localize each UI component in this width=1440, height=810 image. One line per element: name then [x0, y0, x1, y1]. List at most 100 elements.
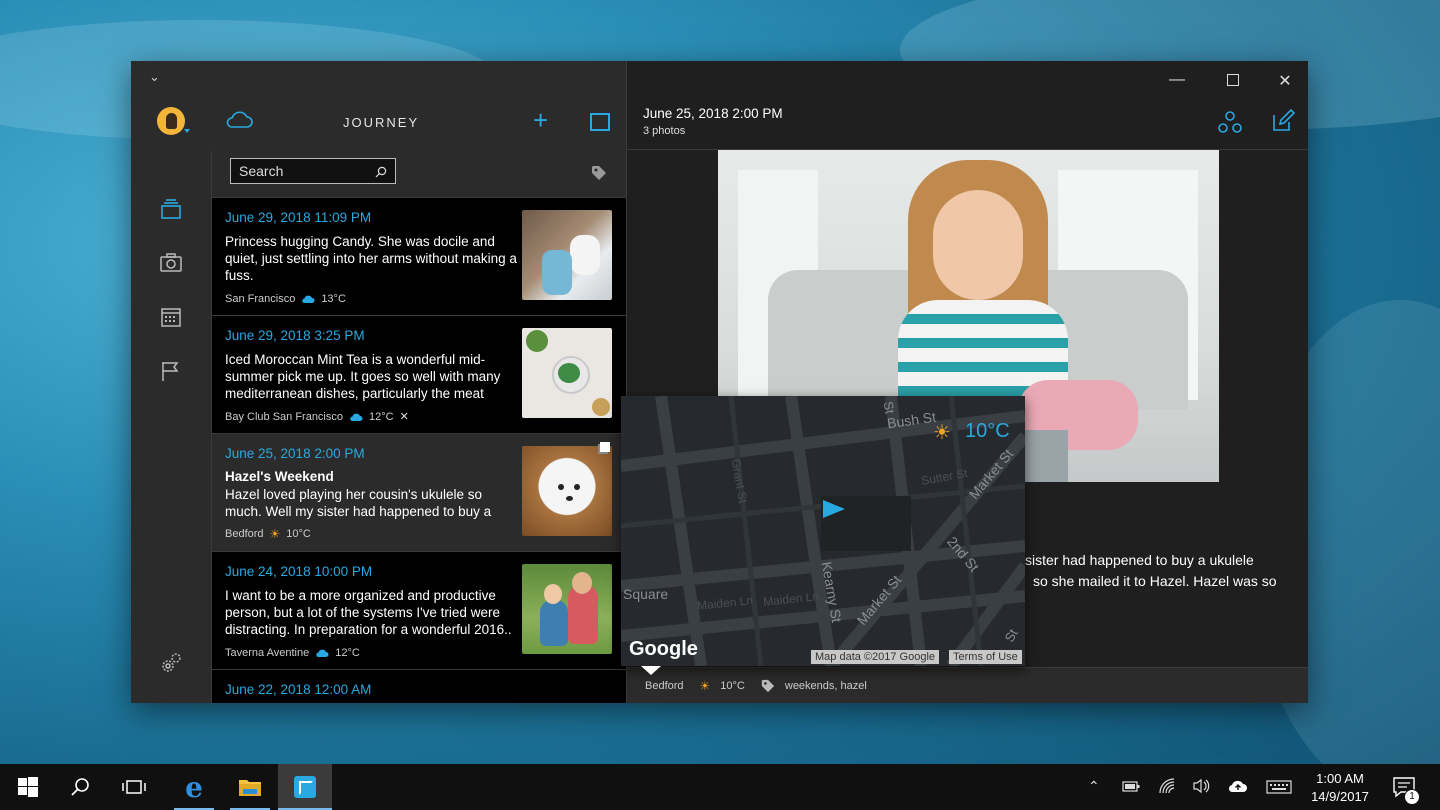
search-icon[interactable]	[375, 166, 387, 178]
app-header: JOURNEY +	[131, 91, 626, 152]
entry-thumbnail[interactable]	[522, 564, 612, 654]
share-icon[interactable]	[1217, 109, 1243, 135]
list-item[interactable]: June 24, 2018 10:00 PM I want to be a mo…	[212, 552, 626, 670]
terms-of-use-link[interactable]: Terms of Use	[949, 650, 1022, 664]
battery-icon[interactable]	[1122, 780, 1140, 792]
sun-icon: ☀	[699, 679, 711, 693]
chevron-down-icon[interactable]: ⌄	[149, 69, 160, 85]
search-button[interactable]	[56, 764, 104, 810]
minimize-button[interactable]: —	[1167, 71, 1187, 89]
entry-temperature: 10°C	[286, 528, 311, 540]
keyboard-icon[interactable]	[1266, 780, 1292, 794]
entry-date: June 29, 2018 11:09 PM	[225, 210, 372, 225]
volume-icon[interactable]	[1192, 778, 1210, 794]
entry-meta: San Francisco 13°C	[225, 293, 346, 305]
entry-location: Bay Club San Francisco	[225, 410, 343, 423]
entry-thumbnail[interactable]	[522, 446, 612, 536]
start-button[interactable]	[4, 764, 52, 810]
taskbar: e ⌃ 1:00 AM 14/9/2017 1	[0, 764, 1440, 810]
edge-icon: e	[185, 770, 203, 804]
folder-icon	[239, 780, 261, 796]
entry-meta: Bay Club San Francisco 12°C ✕	[225, 410, 409, 424]
timeline-icon[interactable]	[159, 198, 183, 222]
journey-app-icon	[294, 776, 316, 798]
search-row	[212, 151, 626, 198]
photo-count: 3 photos	[643, 125, 686, 137]
map-pointer	[641, 666, 661, 675]
street-label: St	[880, 400, 898, 415]
entry-date: June 22, 2018 12:00 AM	[225, 682, 372, 697]
cloud-icon	[316, 649, 329, 657]
list-item[interactable]: June 29, 2018 11:09 PM Princess hugging …	[212, 198, 626, 316]
entry-text: I want to be a more organized and produc…	[225, 588, 512, 637]
map-brand: Google	[629, 638, 698, 660]
entry-text: Hazel loved playing her cousin's ukulele…	[225, 487, 492, 519]
detail-footer: Bedford ☀ 10°C weekends, hazel	[627, 667, 1308, 703]
tag-icon[interactable]	[591, 165, 607, 181]
edit-icon[interactable]	[1271, 109, 1295, 133]
entry-body-line: sister had happened to buy a ukulele	[1025, 552, 1254, 568]
map-temperature: 10°C	[965, 420, 1010, 442]
list-item-selected[interactable]: June 25, 2018 2:00 PM Hazel's Weekend Ha…	[212, 434, 626, 552]
map-popup[interactable]: Bush St Market St 2nd St Kearny St Marke…	[621, 396, 1025, 666]
wifi-icon[interactable]	[1158, 778, 1176, 794]
sun-icon: ☀	[269, 527, 281, 541]
entry-temperature: 13°C	[321, 293, 346, 305]
chevron-down-icon	[184, 129, 190, 133]
entry-location: Bedford	[225, 528, 264, 540]
task-view-icon	[122, 780, 146, 794]
edge-button[interactable]: e	[170, 764, 218, 810]
footer-location: Bedford	[645, 680, 684, 692]
windows-icon	[18, 777, 38, 797]
entry-list: June 29, 2018 11:09 PM Princess hugging …	[212, 151, 626, 703]
entry-temperature: 12°C	[335, 647, 360, 659]
cloud-upload-icon[interactable]	[1228, 778, 1248, 794]
location-pin-icon	[823, 500, 845, 518]
search-input[interactable]	[230, 158, 396, 184]
map-attribution: Map data ©2017 Google	[811, 650, 940, 664]
add-entry-button[interactable]: +	[533, 107, 548, 133]
multi-photo-icon	[600, 442, 610, 452]
list-item[interactable]: June 29, 2018 3:25 PM Iced Moroccan Mint…	[212, 316, 626, 434]
cloud-icon[interactable]	[225, 109, 253, 129]
entry-thumbnail[interactable]	[522, 328, 612, 418]
entry-body: sister had happened to buy a ukulele so …	[1025, 550, 1295, 592]
footer-tags[interactable]: weekends, hazel	[785, 680, 867, 692]
calendar-icon[interactable]	[159, 305, 183, 329]
street-label: Square	[623, 586, 669, 602]
layout-toggle-icon[interactable]	[590, 113, 610, 131]
close-button[interactable]: ✕	[1275, 71, 1295, 91]
sidebar	[131, 151, 212, 703]
sun-icon: ☀	[933, 422, 951, 444]
cloud-icon	[302, 295, 315, 303]
entry-date: June 24, 2018 10:00 PM	[225, 564, 373, 579]
list-item[interactable]: June 22, 2018 12:00 AM	[212, 670, 626, 703]
utensils-icon: ✕	[399, 411, 409, 423]
tag-icon	[761, 679, 774, 693]
flag-icon[interactable]	[159, 359, 183, 383]
file-explorer-button[interactable]	[226, 764, 274, 810]
entry-meta: Bedford ☀ 10°C	[225, 527, 311, 541]
task-view-button[interactable]	[110, 764, 158, 810]
entry-temperature: 12°C	[369, 410, 394, 423]
entry-date: June 25, 2018 2:00 PM	[225, 446, 365, 461]
avatar[interactable]	[157, 107, 185, 135]
entry-text: Iced Moroccan Mint Tea is a wonderful mi…	[225, 352, 501, 401]
entry-text: Princess hugging Candy. She was docile a…	[225, 234, 517, 283]
clock-time: 1:00 AM	[1316, 771, 1364, 786]
settings-gear-icon[interactable]	[159, 651, 183, 675]
entry-location: San Francisco	[225, 293, 296, 305]
maximize-button[interactable]	[1223, 71, 1243, 86]
camera-icon[interactable]	[159, 251, 183, 275]
system-clock[interactable]: 1:00 AM 14/9/2017	[1300, 770, 1380, 806]
journey-taskbar-button[interactable]	[278, 764, 332, 810]
entry-date: June 29, 2018 3:25 PM	[225, 328, 365, 343]
left-pane: ⌄ JOURNEY + June 29, 2018 11:09 P	[131, 61, 626, 703]
entry-meta: Taverna Aventine 12°C	[225, 647, 360, 659]
detail-date: June 25, 2018 2:00 PM	[643, 106, 783, 121]
search-icon	[71, 778, 89, 796]
clock-date: 14/9/2017	[1311, 789, 1369, 804]
show-hidden-icons-button[interactable]: ⌃	[1088, 778, 1100, 795]
entry-body-line: so she mailed it to Hazel. Hazel was so	[1033, 573, 1277, 589]
entry-thumbnail[interactable]	[522, 210, 612, 300]
